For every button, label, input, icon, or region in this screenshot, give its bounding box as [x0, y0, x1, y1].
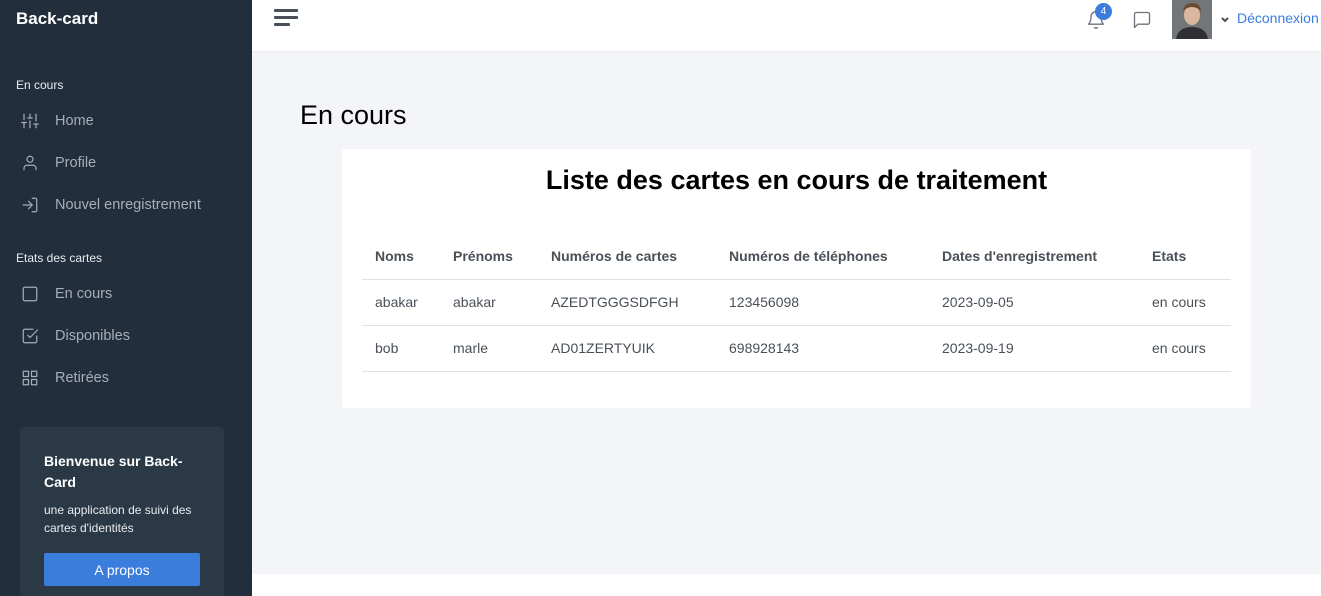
page-title: En cours: [300, 100, 407, 130]
log-in-icon: [20, 195, 40, 215]
cell-telephone: 123456098: [716, 279, 929, 326]
cell-prenom: abakar: [440, 279, 538, 326]
menu-toggle-icon[interactable]: [274, 9, 300, 29]
cell-etat: en cours: [1139, 325, 1231, 372]
cell-nom: abakar: [362, 279, 440, 326]
sidebar-section-title: En cours: [16, 78, 64, 92]
about-button[interactable]: A propos: [44, 553, 200, 586]
cell-telephone: 698928143: [716, 325, 929, 372]
cell-nom: bob: [362, 325, 440, 372]
sidebar-item-label: En cours: [55, 286, 113, 302]
square-icon: [20, 284, 40, 304]
column-header-noms: Noms: [362, 233, 440, 280]
table-header-row: Noms Prénoms Numéros de cartes Numéros d…: [362, 233, 1231, 280]
sidebar-item-en-cours[interactable]: En cours: [20, 282, 112, 306]
cell-prenom: marle: [440, 325, 538, 372]
topbar: 4 Déconnexion: [252, 0, 1321, 51]
check-square-icon: [20, 326, 40, 346]
message-square-icon[interactable]: [1132, 10, 1152, 30]
sliders-icon: [20, 111, 40, 131]
cell-etat: en cours: [1139, 279, 1231, 326]
welcome-card: Bienvenue sur Back-Card une application …: [20, 427, 224, 596]
sidebar-item-label: Home: [55, 113, 94, 129]
sidebar-item-disponibles[interactable]: Disponibles: [20, 324, 130, 348]
welcome-title: Bienvenue sur Back-Card: [44, 453, 183, 490]
card-title: Liste des cartes en cours de traitement: [545, 165, 1048, 195]
table-row: abakar abakar AZEDTGGGSDFGH 123456098 20…: [362, 279, 1231, 326]
cell-date: 2023-09-19: [929, 325, 1139, 372]
welcome-text: une application de suivi des cartes d'id…: [44, 503, 192, 535]
footer: [252, 574, 1321, 596]
table-row: bob marle AD01ZERTYUIK 698928143 2023-09…: [362, 325, 1231, 372]
logout-link[interactable]: Déconnexion: [1237, 10, 1319, 26]
avatar[interactable]: [1172, 0, 1212, 39]
column-header-etats: Etats: [1139, 233, 1231, 280]
sidebar-item-label: Retirées: [55, 370, 109, 386]
chevron-down-icon[interactable]: [1220, 12, 1230, 23]
sidebar-item-label: Profile: [55, 155, 97, 171]
sidebar-item-label: Nouvel enregistrement: [55, 197, 201, 213]
cell-date: 2023-09-05: [929, 279, 1139, 326]
sidebar-item-profile[interactable]: Profile: [20, 151, 96, 175]
cards-table: Noms Prénoms Numéros de cartes Numéros d…: [362, 233, 1231, 372]
sidebar: Back-card En cours Home Profile Nouvel e…: [0, 0, 252, 596]
sidebar-item-label: Disponibles: [55, 328, 130, 344]
sidebar-item-retirees[interactable]: Retirées: [20, 366, 109, 390]
column-header-numeros-telephones: Numéros de téléphones: [716, 233, 929, 280]
sidebar-item-nouvel-enregistrement[interactable]: Nouvel enregistrement: [20, 193, 201, 217]
column-header-dates: Dates d'enregistrement: [929, 233, 1139, 280]
grid-icon: [20, 368, 40, 388]
column-header-numeros-cartes: Numéros de cartes: [538, 233, 716, 280]
notification-badge: 4: [1095, 3, 1112, 20]
cell-numero-carte: AD01ZERTYUIK: [538, 325, 716, 372]
cell-numero-carte: AZEDTGGGSDFGH: [538, 279, 716, 326]
column-header-prenoms: Prénoms: [440, 233, 538, 280]
sidebar-section-title: Etats des cartes: [16, 251, 103, 265]
user-icon: [20, 153, 40, 173]
brand-logo[interactable]: Back-card: [16, 9, 98, 29]
sidebar-item-home[interactable]: Home: [20, 109, 94, 133]
